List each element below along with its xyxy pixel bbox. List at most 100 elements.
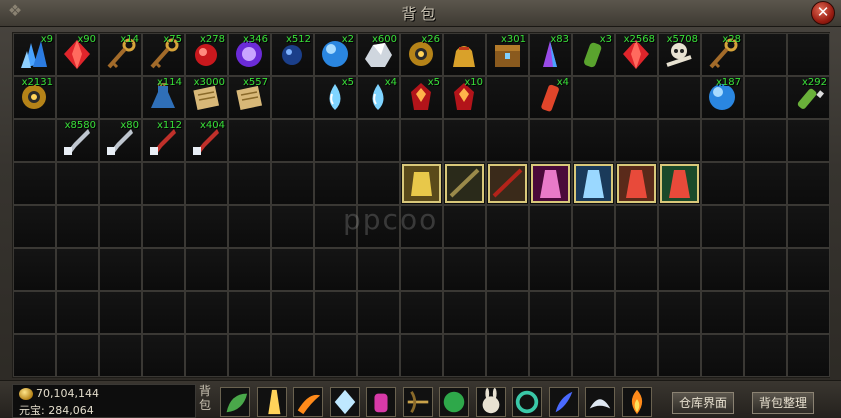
inventory-slot[interactable] bbox=[142, 334, 185, 377]
inventory-slot[interactable] bbox=[56, 205, 99, 248]
inventory-slot[interactable] bbox=[443, 162, 486, 205]
inventory-slot[interactable] bbox=[615, 76, 658, 119]
inventory-slot[interactable]: x114 bbox=[142, 76, 185, 119]
inventory-slot[interactable] bbox=[271, 76, 314, 119]
inventory-slot[interactable]: x404 bbox=[185, 119, 228, 162]
inventory-slot[interactable]: x80 bbox=[99, 119, 142, 162]
inventory-slot[interactable] bbox=[357, 334, 400, 377]
inventory-slot[interactable] bbox=[314, 162, 357, 205]
inventory-slot[interactable] bbox=[744, 76, 787, 119]
inventory-slot[interactable] bbox=[615, 119, 658, 162]
inventory-slot[interactable] bbox=[486, 248, 529, 291]
inventory-slot[interactable] bbox=[357, 119, 400, 162]
inventory-slot[interactable] bbox=[142, 205, 185, 248]
inventory-slot[interactable]: x28 bbox=[701, 33, 744, 76]
inventory-slot[interactable] bbox=[142, 162, 185, 205]
inventory-slot[interactable]: x278 bbox=[185, 33, 228, 76]
inventory-slot[interactable] bbox=[443, 33, 486, 76]
inventory-slot[interactable] bbox=[787, 162, 830, 205]
fire-slash-icon[interactable] bbox=[293, 387, 323, 417]
inventory-slot[interactable] bbox=[13, 162, 56, 205]
inventory-slot[interactable] bbox=[658, 334, 701, 377]
inventory-slot[interactable] bbox=[142, 248, 185, 291]
inventory-slot[interactable] bbox=[572, 291, 615, 334]
inventory-slot[interactable] bbox=[99, 162, 142, 205]
inventory-slot[interactable] bbox=[572, 119, 615, 162]
gold-bag-icon[interactable] bbox=[447, 37, 482, 72]
inventory-slot[interactable] bbox=[13, 334, 56, 377]
inventory-slot[interactable] bbox=[400, 248, 443, 291]
inventory-slot[interactable] bbox=[400, 334, 443, 377]
inventory-slot[interactable] bbox=[271, 162, 314, 205]
inventory-slot[interactable]: x9 bbox=[13, 33, 56, 76]
inventory-slot[interactable]: x187 bbox=[701, 76, 744, 119]
green-leaf-icon[interactable] bbox=[220, 387, 250, 417]
inventory-slot[interactable] bbox=[486, 205, 529, 248]
title-bar[interactable]: ❖ 背包 ✕ bbox=[0, 0, 841, 27]
warehouse-button[interactable]: 仓库界面 bbox=[672, 392, 735, 414]
inventory-slot[interactable] bbox=[185, 162, 228, 205]
blue-feather-icon[interactable] bbox=[548, 387, 579, 417]
inventory-slot[interactable] bbox=[529, 119, 572, 162]
inventory-slot[interactable] bbox=[228, 248, 271, 291]
inventory-slot[interactable] bbox=[744, 291, 787, 334]
inventory-slot[interactable] bbox=[314, 248, 357, 291]
inventory-slot[interactable] bbox=[615, 162, 658, 205]
inventory-slot[interactable] bbox=[486, 119, 529, 162]
inventory-slot[interactable] bbox=[228, 119, 271, 162]
inventory-slot[interactable] bbox=[228, 162, 271, 205]
silver-wing-icon[interactable] bbox=[585, 387, 615, 417]
inventory-slot[interactable]: x3000 bbox=[185, 76, 228, 119]
inventory-slot[interactable] bbox=[185, 205, 228, 248]
inventory-slot[interactable] bbox=[271, 291, 314, 334]
inventory-slot[interactable] bbox=[185, 334, 228, 377]
inventory-slot[interactable] bbox=[572, 334, 615, 377]
inventory-slot[interactable] bbox=[99, 76, 142, 119]
inventory-slot[interactable]: x512 bbox=[271, 33, 314, 76]
inventory-slot[interactable] bbox=[658, 205, 701, 248]
inventory-slot[interactable]: x8580 bbox=[56, 119, 99, 162]
crossbow-icon[interactable] bbox=[402, 387, 433, 417]
inventory-slot[interactable]: x5 bbox=[400, 76, 443, 119]
inventory-slot[interactable] bbox=[314, 119, 357, 162]
inventory-slot[interactable] bbox=[13, 291, 56, 334]
inventory-slot[interactable] bbox=[701, 248, 744, 291]
inventory-slot[interactable] bbox=[443, 205, 486, 248]
inventory-slot[interactable] bbox=[228, 291, 271, 334]
inventory-slot[interactable] bbox=[787, 205, 830, 248]
inventory-slot[interactable] bbox=[658, 76, 701, 119]
inventory-slot[interactable] bbox=[56, 248, 99, 291]
inventory-slot[interactable] bbox=[744, 334, 787, 377]
inventory-slot[interactable] bbox=[658, 291, 701, 334]
inventory-slot[interactable] bbox=[744, 119, 787, 162]
inventory-slot[interactable]: x5708 bbox=[658, 33, 701, 76]
inventory-slot[interactable] bbox=[56, 291, 99, 334]
inventory-slot[interactable] bbox=[658, 162, 701, 205]
inventory-slot[interactable] bbox=[701, 162, 744, 205]
inventory-slot[interactable] bbox=[13, 205, 56, 248]
inventory-slot[interactable] bbox=[400, 119, 443, 162]
inventory-slot[interactable] bbox=[701, 205, 744, 248]
inventory-slot[interactable]: x2 bbox=[314, 33, 357, 76]
inventory-slot[interactable] bbox=[56, 162, 99, 205]
inventory-slot[interactable] bbox=[744, 248, 787, 291]
sort-bag-button[interactable]: 背包整理 bbox=[752, 392, 815, 414]
inventory-slot[interactable]: x557 bbox=[228, 76, 271, 119]
inventory-slot[interactable] bbox=[400, 205, 443, 248]
inventory-slot[interactable] bbox=[185, 291, 228, 334]
inventory-slot[interactable] bbox=[572, 248, 615, 291]
inventory-slot[interactable] bbox=[787, 291, 830, 334]
inventory-slot[interactable] bbox=[13, 119, 56, 162]
inventory-slot[interactable] bbox=[615, 248, 658, 291]
inventory-slot[interactable] bbox=[615, 291, 658, 334]
inventory-slot[interactable] bbox=[486, 334, 529, 377]
inventory-slot[interactable] bbox=[486, 162, 529, 205]
inventory-slot[interactable] bbox=[744, 162, 787, 205]
inventory-slot[interactable]: x26 bbox=[400, 33, 443, 76]
inventory-slot[interactable] bbox=[271, 205, 314, 248]
inventory-slot[interactable] bbox=[314, 291, 357, 334]
inventory-slot[interactable]: x10 bbox=[443, 76, 486, 119]
inventory-slot[interactable] bbox=[357, 248, 400, 291]
inventory-slot[interactable] bbox=[701, 119, 744, 162]
jade-ring-icon[interactable] bbox=[512, 387, 542, 417]
